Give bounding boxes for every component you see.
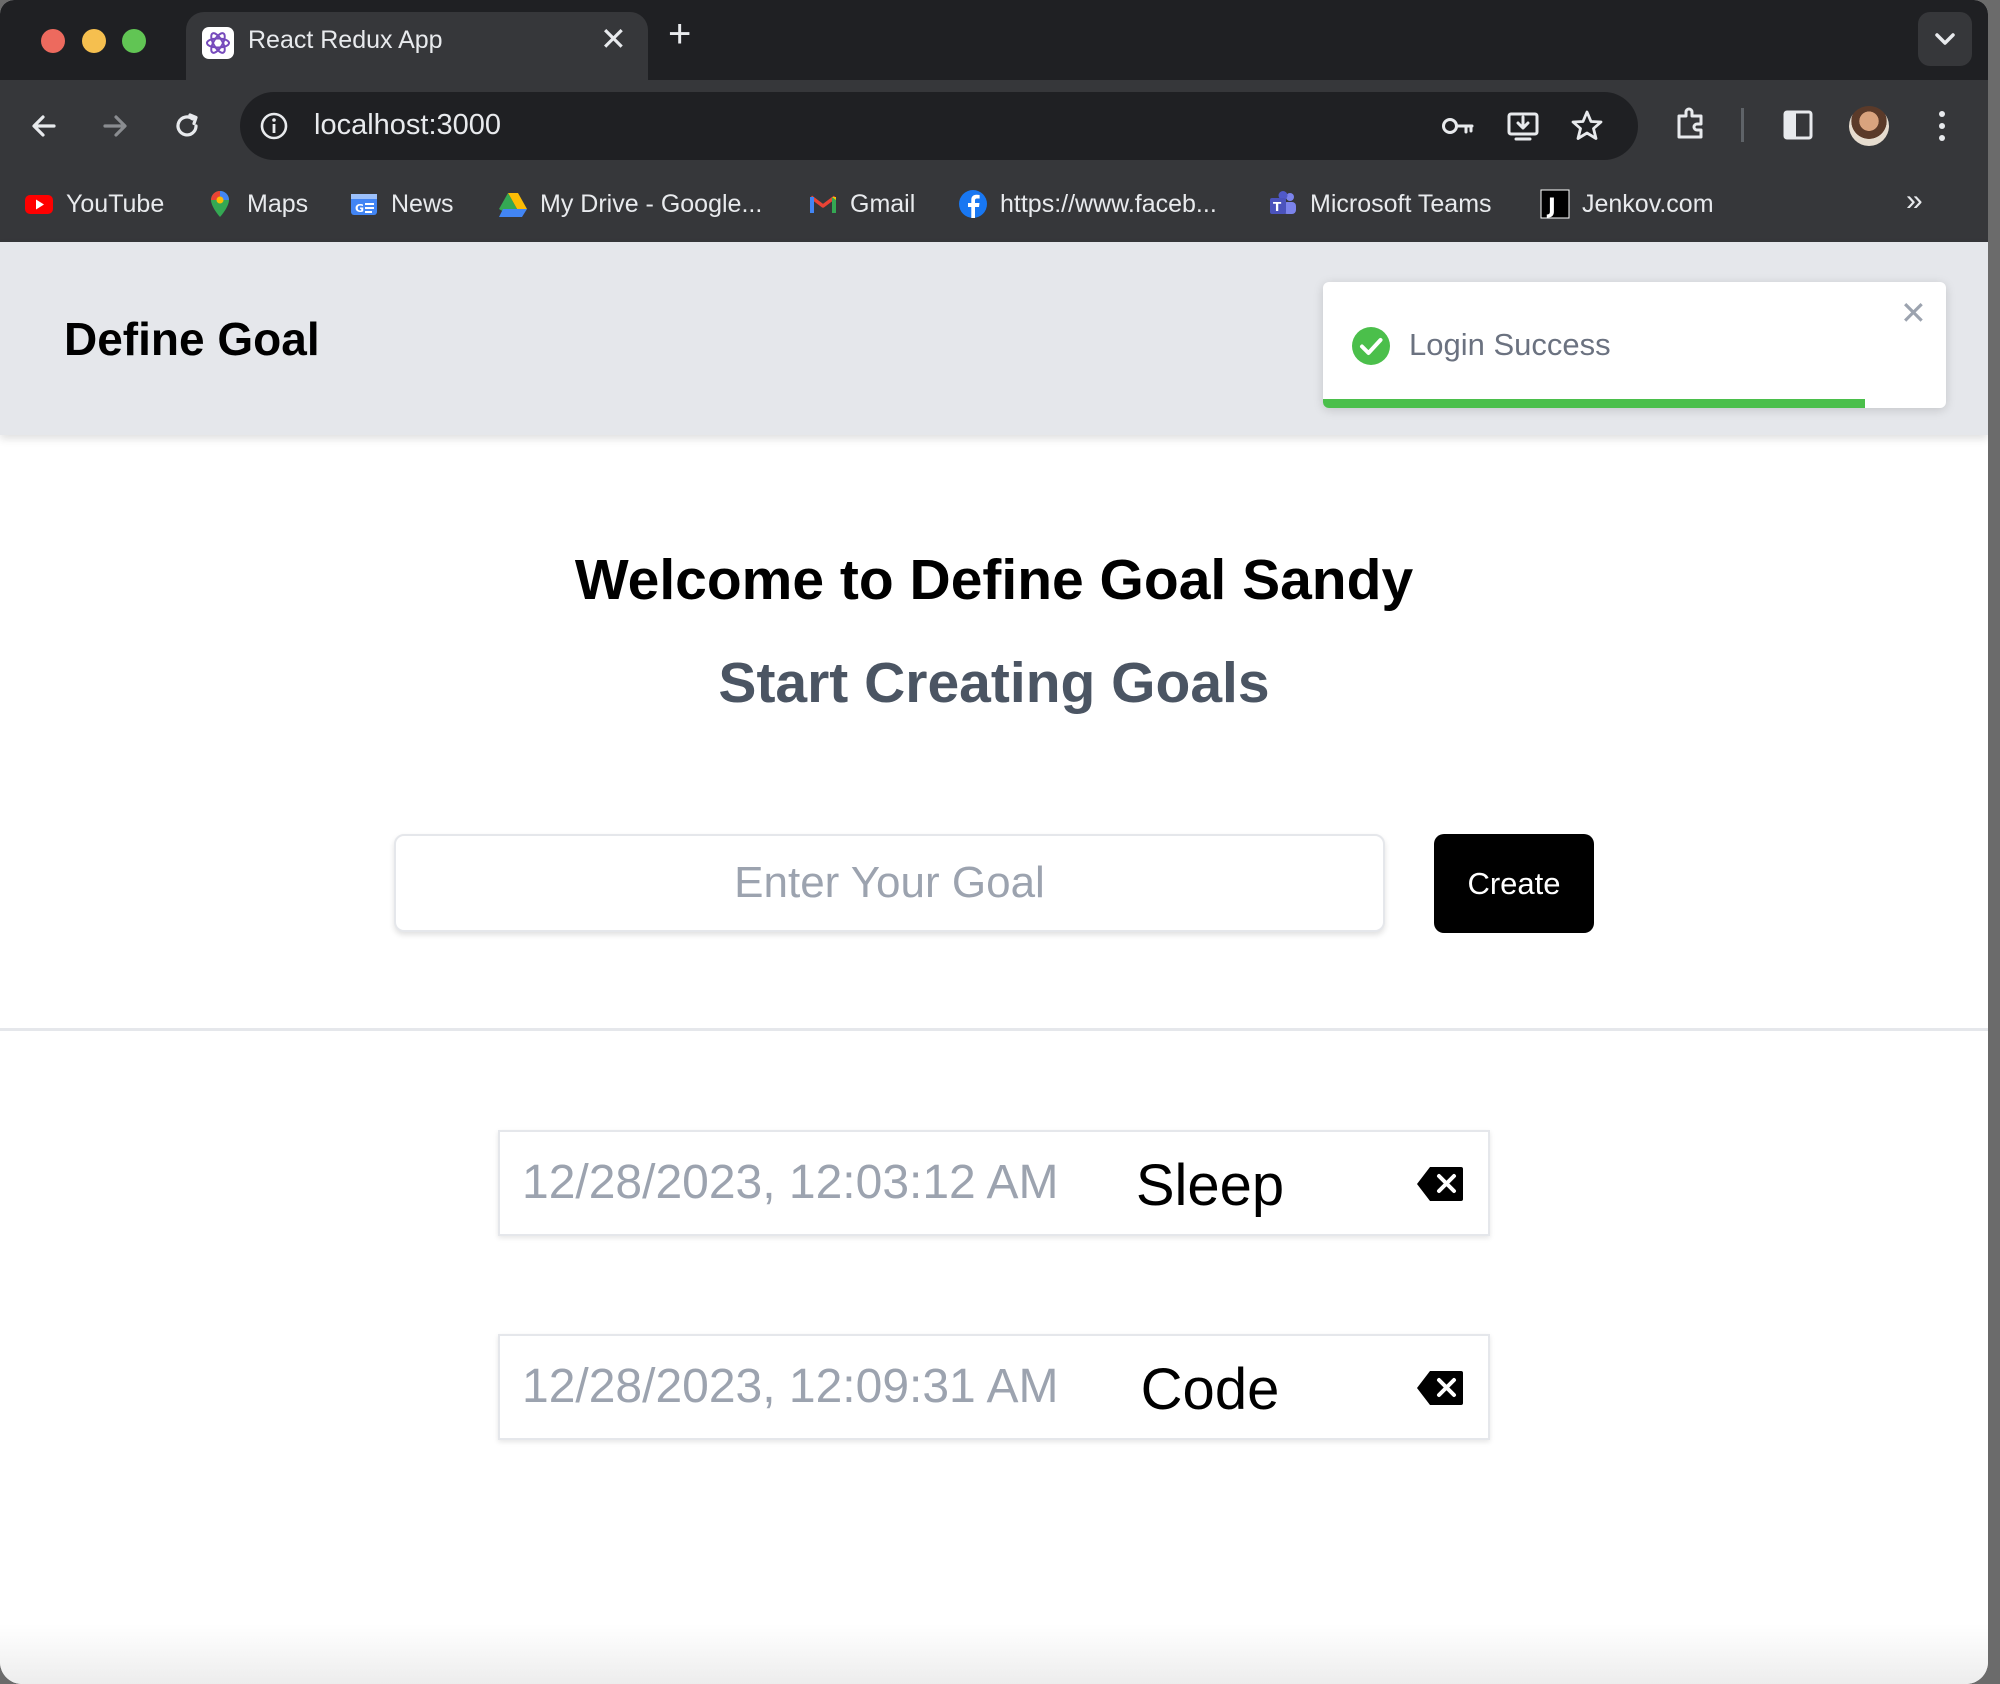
bookmark-label: Maps <box>247 189 309 218</box>
goal-item: 12/28/2023, 12:09:31 AM Code <box>498 1334 1490 1440</box>
page-content: Define Goal Login Success ✕ Welcome to D… <box>0 242 1988 1684</box>
divider <box>0 1028 1988 1031</box>
bookmark-maps[interactable]: Maps <box>205 184 308 224</box>
window-bottom-shadow <box>0 1624 1988 1684</box>
bookmark-label: My Drive - Google... <box>540 189 763 218</box>
facebook-icon <box>959 190 987 218</box>
menu-dots-icon[interactable] <box>1924 108 1960 144</box>
toolbar-divider <box>1741 108 1744 142</box>
site-info-icon[interactable] <box>258 110 290 142</box>
toast-close-icon[interactable]: ✕ <box>1900 294 1927 332</box>
bookmark-drive[interactable]: My Drive - Google... <box>498 184 762 224</box>
password-key-icon[interactable] <box>1440 108 1476 144</box>
delete-backspace-icon[interactable] <box>1416 1166 1464 1202</box>
bookmark-youtube[interactable]: YouTube <box>24 184 164 224</box>
tab-strip: React Redux App ✕ + <box>0 0 1988 80</box>
toast-progress-bar <box>1323 399 1865 408</box>
welcome-heading: Welcome to Define Goal Sandy <box>574 548 1414 612</box>
url-text: localhost:3000 <box>314 109 502 141</box>
news-icon: G <box>351 194 377 215</box>
back-icon[interactable] <box>28 110 60 142</box>
window-close-button[interactable] <box>41 29 65 53</box>
youtube-icon <box>25 195 53 214</box>
teams-icon: T <box>1270 191 1296 214</box>
bookmark-label: Microsoft Teams <box>1310 189 1492 218</box>
chevron-down-icon <box>1935 33 1955 45</box>
side-panel-icon[interactable] <box>1780 107 1816 143</box>
bookmark-jenkov[interactable]: J Jenkov.com <box>1540 184 1714 224</box>
bookmark-facebook[interactable]: https://www.faceb... <box>958 184 1217 224</box>
jenkov-icon: J <box>1540 189 1570 219</box>
bookmark-gmail[interactable]: Gmail <box>808 184 915 224</box>
bookmarks-overflow-button[interactable]: » <box>1906 184 1923 218</box>
install-app-icon[interactable] <box>1505 108 1541 144</box>
create-button[interactable]: Create <box>1434 834 1594 933</box>
bookmark-label: YouTube <box>66 189 165 218</box>
goal-input[interactable] <box>394 834 1385 932</box>
window-zoom-button[interactable] <box>122 29 146 53</box>
svg-text:T: T <box>1273 200 1282 214</box>
delete-backspace-icon[interactable] <box>1416 1370 1464 1406</box>
goal-text: Code <box>1140 1357 1280 1422</box>
goal-date: 12/28/2023, 12:09:31 AM <box>522 1360 1059 1413</box>
browser-toolbar: localhost:3000 <box>0 80 1988 170</box>
bookmarks-bar: YouTube Maps G News My Drive - Google...… <box>0 170 1988 242</box>
bookmark-label: Jenkov.com <box>1582 189 1714 218</box>
bookmark-label: Gmail <box>850 189 916 218</box>
extensions-icon[interactable] <box>1673 106 1709 142</box>
bookmark-label: https://www.faceb... <box>1000 189 1217 218</box>
react-icon <box>202 27 234 59</box>
browser-tab[interactable]: React Redux App ✕ <box>186 12 648 80</box>
drive-icon <box>499 193 527 217</box>
profile-avatar[interactable] <box>1849 106 1889 146</box>
tab-search-button[interactable] <box>1918 12 1972 66</box>
svg-text:G: G <box>355 202 364 215</box>
check-circle-icon <box>1352 327 1390 365</box>
address-bar[interactable]: localhost:3000 <box>240 92 1638 160</box>
bookmark-star-icon[interactable] <box>1569 108 1605 144</box>
window-minimize-button[interactable] <box>82 29 106 53</box>
subtitle-heading: Start Creating Goals <box>718 651 1270 715</box>
tab-close-icon[interactable]: ✕ <box>600 20 627 58</box>
bookmark-teams[interactable]: T Microsoft Teams <box>1268 184 1492 224</box>
gmail-icon <box>809 195 837 213</box>
maps-icon <box>211 191 229 217</box>
browser-window: React Redux App ✕ + localhost:3000 YouTu… <box>0 0 1988 1684</box>
goal-text: Sleep <box>1135 1153 1285 1218</box>
forward-icon[interactable] <box>99 110 131 142</box>
reload-icon[interactable] <box>171 110 203 142</box>
svg-text:J: J <box>1546 194 1556 218</box>
new-tab-button[interactable]: + <box>668 14 691 54</box>
goal-date: 12/28/2023, 12:03:12 AM <box>522 1156 1059 1209</box>
bookmark-news[interactable]: G News <box>349 184 454 224</box>
toast-notification[interactable]: Login Success ✕ <box>1323 282 1946 408</box>
tab-title: React Redux App <box>248 26 443 54</box>
goal-item: 12/28/2023, 12:03:12 AM Sleep <box>498 1130 1490 1236</box>
brand-title[interactable]: Define Goal <box>64 312 320 366</box>
toast-message: Login Success <box>1409 327 1611 362</box>
bookmark-label: News <box>391 189 454 218</box>
